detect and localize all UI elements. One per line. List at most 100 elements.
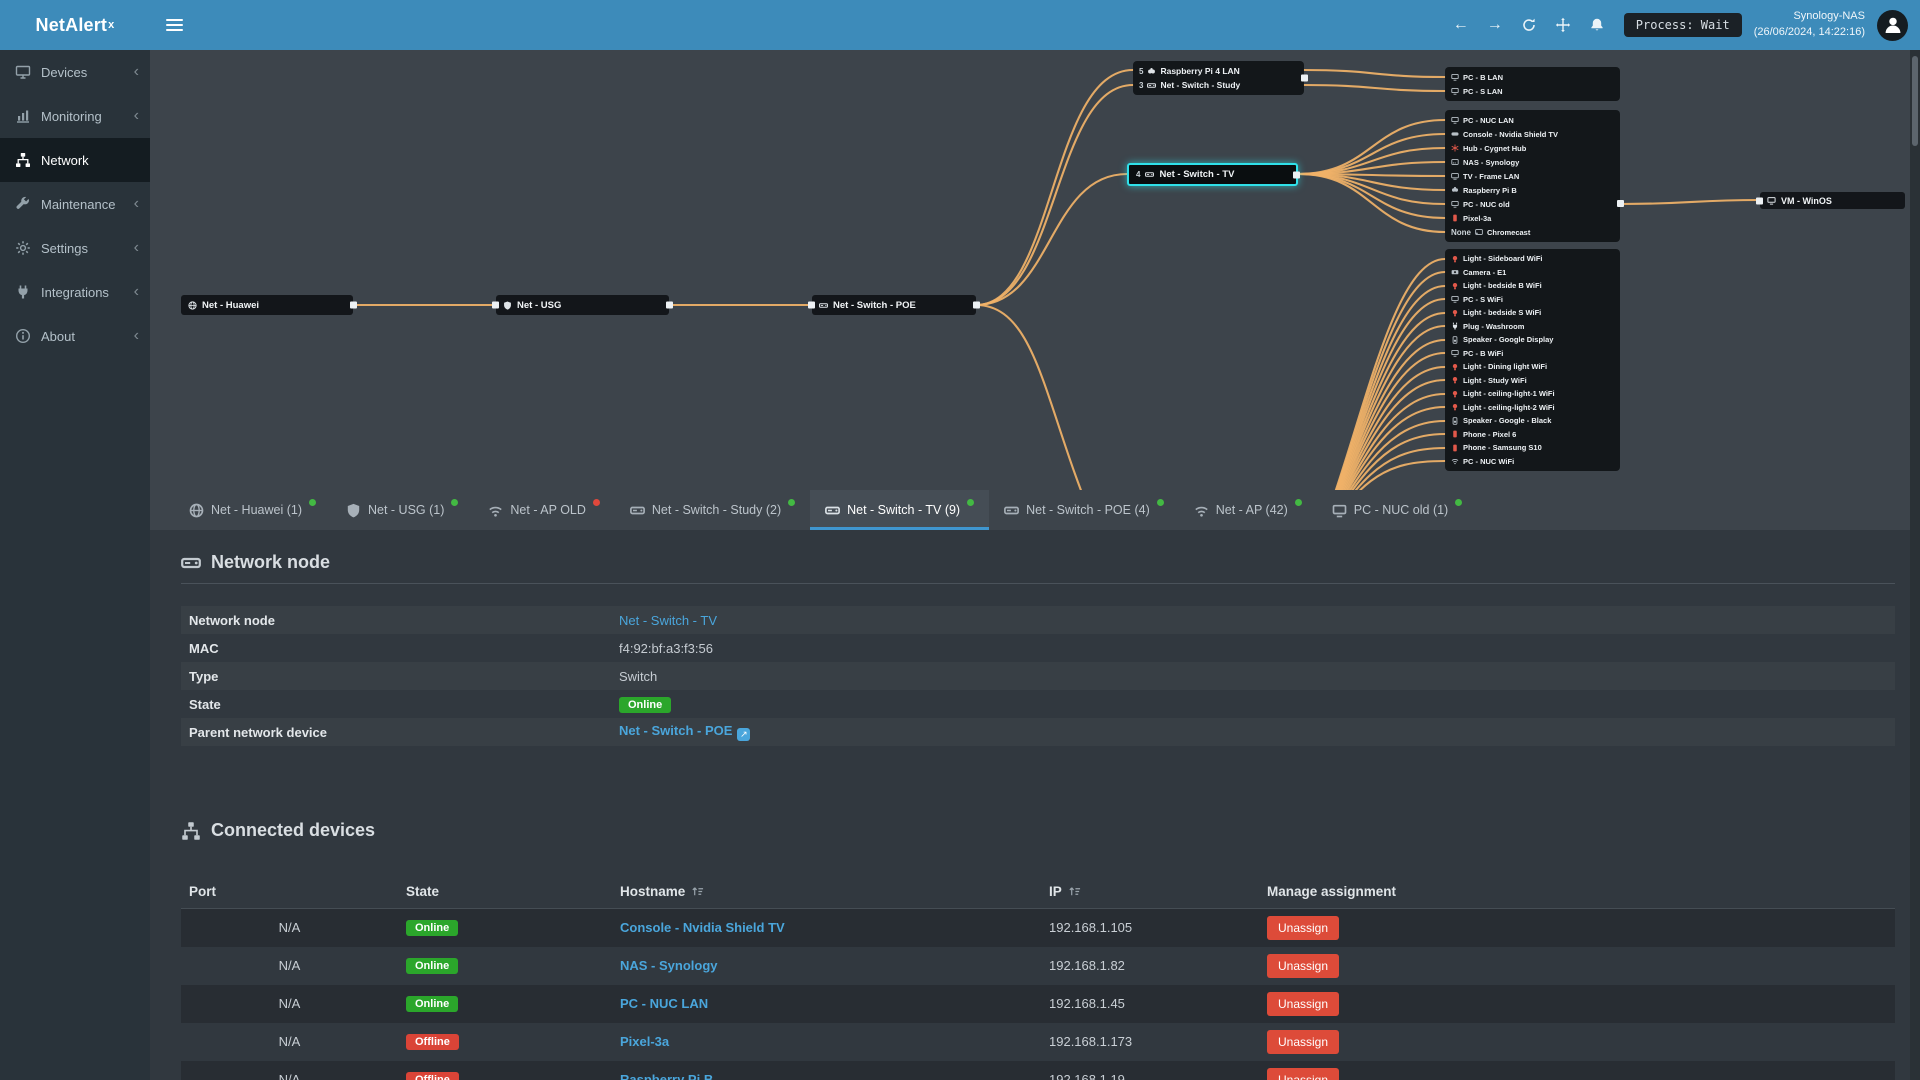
scrollbar-thumb[interactable] <box>1912 56 1918 146</box>
tree-device-node[interactable]: Phone - Pixel 6 <box>1451 428 1614 442</box>
move-icon <box>1555 17 1571 33</box>
info-row: Network node Net - Switch - TV <box>181 606 1895 634</box>
tree-device-node[interactable]: TV - Frame LAN <box>1451 169 1614 183</box>
tree-device-node[interactable]: Phone - Samsung S10 <box>1451 441 1614 455</box>
hostname-link[interactable]: PC - NUC LAN <box>620 996 708 1011</box>
tree-device-node[interactable]: PC - B LAN <box>1451 70 1614 84</box>
tree-device-node[interactable]: Speaker - Google - Black <box>1451 414 1614 428</box>
user-icon <box>1882 14 1904 36</box>
notifications-button[interactable] <box>1580 0 1614 50</box>
unassign-button[interactable]: Unassign <box>1267 915 1340 940</box>
tab-pc-nuc-old[interactable]: PC - NUC old (1) <box>1317 490 1477 530</box>
connector-dot <box>1617 200 1624 207</box>
tree-device-node[interactable]: PC - NUC LAN <box>1451 113 1614 127</box>
tree-device-node[interactable]: NAS - Synology <box>1451 155 1614 169</box>
tree-device-node[interactable]: Raspberry Pi B <box>1451 183 1614 197</box>
unassign-button[interactable]: Unassign <box>1267 953 1340 978</box>
tree-node-vm-winos[interactable]: VM - WinOS <box>1756 192 1905 209</box>
sidebar-item-about[interactable]: About ‹ <box>0 314 150 358</box>
chevron-left-icon: ‹ <box>133 327 139 344</box>
tree-device-node[interactable]: PC - S LAN <box>1451 84 1614 98</box>
node-detail-panel: Network node Network node Net - Switch -… <box>150 530 1920 1080</box>
tab-net-huawei[interactable]: Net - Huawei (1) <box>174 490 331 530</box>
server-name: Synology-NAS <box>1793 10 1865 23</box>
tree-device-node[interactable]: PC - NUC WiFi <box>1451 455 1614 469</box>
tab-net-switch-poe[interactable]: Net - Switch - POE (4) <box>989 490 1179 530</box>
col-manage: Manage assignment <box>1259 875 1895 909</box>
gear-icon <box>15 240 31 256</box>
tree-node-switch-study[interactable]: 3 Net - Switch - Study <box>1139 78 1298 92</box>
phone-icon <box>1451 444 1459 452</box>
switch-icon <box>819 301 828 310</box>
hostname-link[interactable]: Raspberry Pi B <box>620 1072 713 1080</box>
tree-device-node[interactable]: PC - B WiFi <box>1451 347 1614 361</box>
tree-device-node[interactable]: Light - Study WiFi <box>1451 374 1614 388</box>
tree-device-node[interactable]: Light - Dining light WiFi <box>1451 360 1614 374</box>
node-link[interactable]: Net - Switch - TV <box>619 613 717 628</box>
unassign-button[interactable]: Unassign <box>1267 991 1340 1016</box>
hostname-link[interactable]: Console - Nvidia Shield TV <box>620 920 785 935</box>
app-logo[interactable]: NetAlert x <box>0 0 150 50</box>
sidebar-item-maintenance[interactable]: Maintenance ‹ <box>0 182 150 226</box>
tree-device-node[interactable]: Hub - Cygnet Hub <box>1451 141 1614 155</box>
raspberry-icon <box>1147 67 1156 76</box>
unassign-button[interactable]: Unassign <box>1267 1067 1340 1080</box>
tree-node-raspberry-pi4[interactable]: 5 Raspberry Pi 4 LAN <box>1139 64 1298 78</box>
bell-icon <box>1589 17 1605 33</box>
sidebar-item-monitoring[interactable]: Monitoring ‹ <box>0 94 150 138</box>
tree-node-switch-tv-selected[interactable]: 4 Net - Switch - TV <box>1127 163 1300 186</box>
parent-node-link[interactable]: Net - Switch - POE <box>619 723 732 738</box>
tree-device-node[interactable]: Light - Sideboard WiFi <box>1451 252 1614 266</box>
wifi-icon <box>1451 457 1459 465</box>
chevron-left-icon: ‹ <box>133 107 139 124</box>
tree-device-node[interactable]: Pixel-3a <box>1451 211 1614 225</box>
tree-device-node[interactable]: PC - NUC old <box>1451 197 1614 211</box>
tree-device-node[interactable]: Light - bedside S WiFi <box>1451 306 1614 320</box>
page-scrollbar[interactable] <box>1910 50 1920 1080</box>
speaker-icon <box>1451 336 1459 344</box>
col-hostname[interactable]: Hostname <box>612 875 1041 909</box>
tree-device-node[interactable]: Plug - Washroom <box>1451 320 1614 334</box>
col-ip[interactable]: IP <box>1041 875 1259 909</box>
tab-net-switch-study[interactable]: Net - Switch - Study (2) <box>615 490 810 530</box>
tree-device-node[interactable]: Light - bedside B WiFi <box>1451 279 1614 293</box>
tree-node-huawei[interactable]: Net - Huawei <box>181 295 357 315</box>
tab-net-ap-old[interactable]: Net - AP OLD <box>473 490 615 530</box>
external-link-icon[interactable]: ↗ <box>737 728 751 741</box>
tree-device-node[interactable]: Console - Nvidia Shield TV <box>1451 127 1614 141</box>
refresh-button[interactable] <box>1512 0 1546 50</box>
tree-device-node[interactable]: Camera - E1 <box>1451 266 1614 280</box>
sidebar-item-devices[interactable]: Devices ‹ <box>0 50 150 94</box>
tree-device-node[interactable]: PC - S WiFi <box>1451 293 1614 307</box>
tree-device-node[interactable]: Light - ceiling-light-1 WiFi <box>1451 387 1614 401</box>
sidebar-item-network[interactable]: Network <box>0 138 150 182</box>
raspberry-icon <box>1451 186 1459 194</box>
network-topology-diagram[interactable]: Net - Huawei Net - USG Net - Switch - PO… <box>150 50 1920 490</box>
unassign-button[interactable]: Unassign <box>1267 1029 1340 1054</box>
hostname-link[interactable]: Pixel-3a <box>620 1034 669 1049</box>
sidebar-toggle-button[interactable] <box>150 0 198 50</box>
move-layout-button[interactable] <box>1546 0 1580 50</box>
tab-net-usg[interactable]: Net - USG (1) <box>331 490 473 530</box>
sidebar-item-integrations[interactable]: Integrations ‹ <box>0 270 150 314</box>
sidebar-item-settings[interactable]: Settings ‹ <box>0 226 150 270</box>
globe-icon <box>189 503 204 518</box>
tree-device-node[interactable]: Speaker - Google Display <box>1451 333 1614 347</box>
sort-icon[interactable] <box>691 885 704 898</box>
sort-icon[interactable] <box>1068 885 1081 898</box>
tree-node-group-study: 5 Raspberry Pi 4 LAN 3 Net - Switch - St… <box>1133 61 1308 95</box>
console-icon <box>1451 130 1459 138</box>
switch-icon <box>1145 170 1154 179</box>
tree-device-node[interactable]: Light - ceiling-light-2 WiFi <box>1451 401 1614 415</box>
user-avatar[interactable] <box>1877 9 1908 41</box>
tree-node-switch-poe[interactable]: Net - Switch - POE <box>808 295 980 315</box>
mac-value: f4:92:bf:a3:f3:56 <box>619 640 713 656</box>
tree-device-node[interactable]: None Chromecast <box>1451 225 1614 239</box>
hostname-link[interactable]: NAS - Synology <box>620 958 718 973</box>
tab-net-ap[interactable]: Net - AP (42) <box>1179 490 1317 530</box>
tab-net-switch-tv[interactable]: Net - Switch - TV (9) <box>810 490 990 530</box>
back-button[interactable]: ← <box>1444 0 1478 50</box>
state-badge: Offline <box>406 1072 459 1080</box>
tree-node-usg[interactable]: Net - USG <box>492 295 673 315</box>
forward-button[interactable]: → <box>1478 0 1512 50</box>
